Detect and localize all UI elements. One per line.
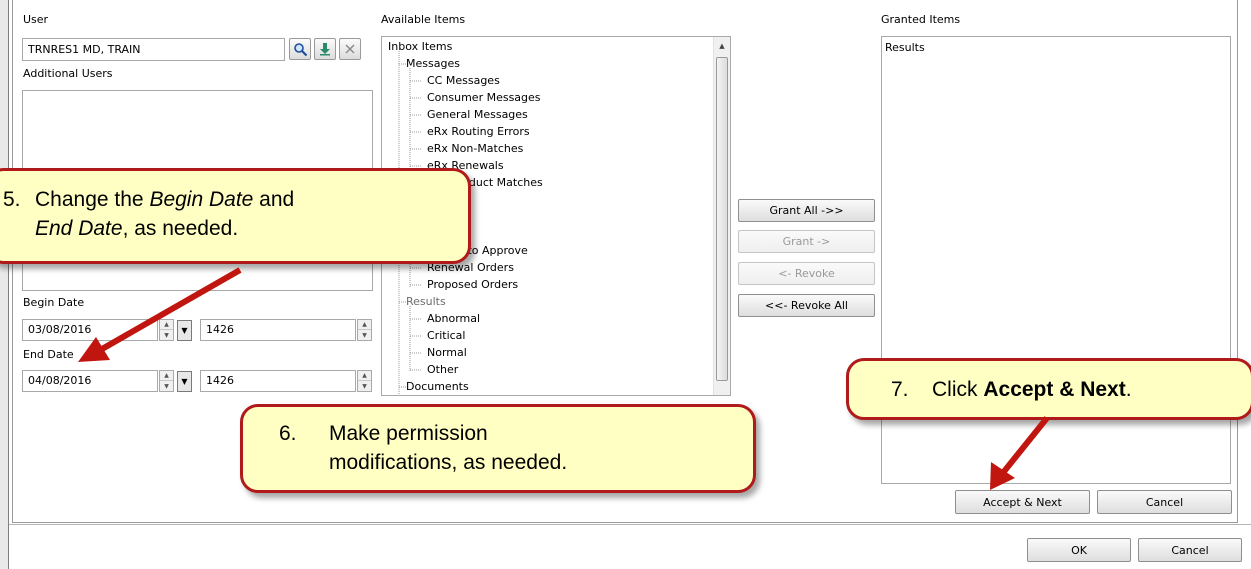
download-arrow-icon (320, 43, 330, 56)
tree-item[interactable]: Inbox Items (388, 40, 452, 53)
callout-7-text: Click Accept & Next. (932, 375, 1132, 404)
accept-next-button[interactable]: Accept & Next (955, 490, 1090, 514)
begin-date-label: Begin Date (23, 296, 85, 309)
tree-item[interactable]: Normal (427, 346, 467, 359)
callout-5-text: Change the Begin Date and End Date, as ne… (35, 185, 294, 243)
begin-date-field[interactable]: 03/08/2016 (22, 319, 158, 341)
callout-5-text-part: , as needed. (122, 217, 239, 240)
grant-button[interactable]: Grant -> (738, 230, 875, 253)
cancel-inner-button[interactable]: Cancel (1097, 490, 1232, 514)
close-icon (345, 44, 355, 54)
ok-button[interactable]: OK (1027, 538, 1131, 562)
tree-item[interactable]: Results (406, 295, 446, 308)
cancel-outer-button[interactable]: Cancel (1138, 538, 1242, 562)
callout-6-line: Make permission (329, 422, 488, 445)
callout-5-number: 5. (3, 188, 21, 211)
callout-step-6: 6. Make permission modifications, as need… (240, 404, 756, 493)
revoke-all-button[interactable]: <<- Revoke All (738, 294, 875, 317)
callout-step-5: 5. Change the Begin Date and End Date, as… (0, 168, 471, 264)
additional-users-label: Additional Users (23, 67, 113, 80)
tree-item[interactable]: Other (427, 363, 458, 376)
grant-all-button[interactable]: Grant All ->> (738, 199, 875, 222)
user-field[interactable]: TRNRES1 MD, TRAIN (22, 38, 285, 61)
callout-5-emphasis: Begin Date (149, 188, 254, 211)
callout-step-7: 7. Click Accept & Next. (846, 358, 1251, 420)
begin-date-spinner[interactable]: ▲ ▼ (159, 319, 174, 341)
tree-item[interactable]: Abnormal (427, 312, 480, 325)
end-date-field[interactable]: 04/08/2016 (22, 370, 158, 392)
begin-time-spinner[interactable]: ▲ ▼ (357, 319, 372, 341)
callout-7-text-part: Click (932, 378, 984, 401)
end-date-dropdown[interactable]: ▼ (177, 371, 192, 392)
tree-item[interactable]: Proposed Orders (427, 278, 518, 291)
available-items-label: Available Items (381, 13, 466, 26)
scroll-up-arrow[interactable]: ▲ (714, 37, 730, 54)
begin-time-field[interactable]: 1426 (200, 319, 356, 341)
granted-items-label: Granted Items (881, 13, 961, 26)
end-date-spinner[interactable]: ▲ ▼ (159, 370, 174, 392)
tree-item[interactable]: Documents (406, 380, 469, 393)
callout-6-text: Make permission modifications, as needed. (329, 419, 567, 477)
available-items-scrollbar[interactable]: ▲ (713, 37, 730, 395)
tree-item[interactable]: Messages (406, 57, 460, 70)
user-search-button[interactable] (289, 38, 311, 60)
callout-6-line: modifications, as needed. (329, 451, 568, 474)
callout-5-emphasis: End Date (35, 217, 123, 240)
tree-item[interactable]: General Messages (427, 108, 528, 121)
callout-5-text-part: Change the (35, 188, 150, 211)
callout-5-text-part: and (253, 188, 295, 211)
callout-7-text-part: . (1125, 378, 1132, 401)
begin-date-dropdown[interactable]: ▼ (177, 320, 192, 341)
chevron-down-icon: ▼ (181, 326, 188, 335)
window-bottom-divider (9, 524, 1251, 525)
callout-7-bold: Accept & Next (983, 378, 1126, 401)
callout-7-number: 7. (891, 378, 909, 401)
tree-item[interactable]: eRx Non-Matches (427, 142, 523, 155)
granted-item[interactable]: Results (885, 41, 925, 54)
tree-item[interactable]: CC Messages (427, 74, 500, 87)
chevron-down-icon: ▼ (181, 377, 188, 386)
callout-6-number: 6. (279, 422, 297, 445)
user-label: User (23, 13, 49, 26)
end-time-field[interactable]: 1426 (200, 370, 356, 392)
search-icon (293, 42, 307, 56)
end-date-label: End Date (23, 348, 74, 361)
tree-item[interactable]: Consumer Messages (427, 91, 541, 104)
end-time-spinner[interactable]: ▲ ▼ (357, 370, 372, 392)
revoke-button[interactable]: <- Revoke (738, 262, 875, 285)
tree-item[interactable]: Critical (427, 329, 465, 342)
tree-item[interactable]: eRx Routing Errors (427, 125, 530, 138)
scroll-thumb[interactable] (716, 57, 728, 381)
user-download-button[interactable] (314, 38, 336, 60)
window-left-border (0, 0, 9, 569)
user-clear-button[interactable] (339, 38, 361, 60)
